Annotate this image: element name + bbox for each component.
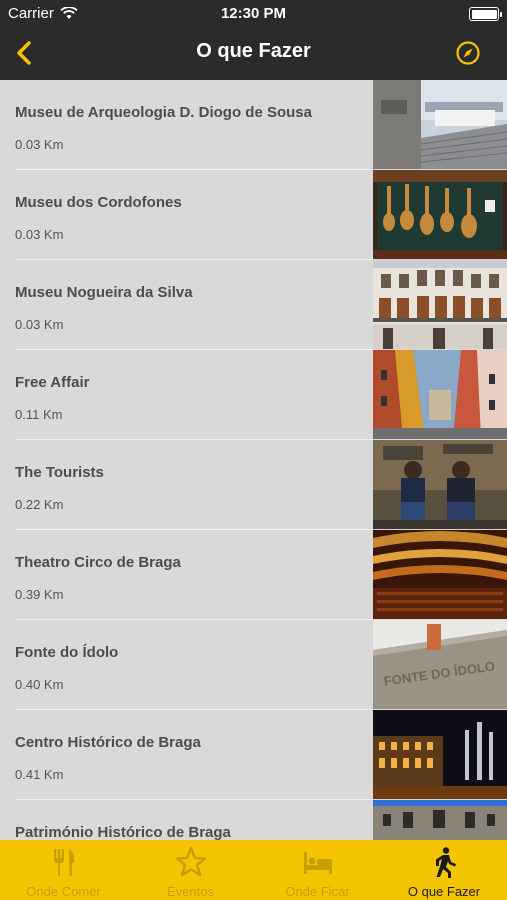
tab-onde-ficar[interactable]: Onde Ficar xyxy=(254,840,381,900)
navigation-bar: O que Fazer xyxy=(0,28,507,80)
item-distance: 0.41 Km xyxy=(15,767,64,782)
item-distance: 0.40 Km xyxy=(15,677,64,692)
item-distance: 0.39 Km xyxy=(15,587,64,602)
tab-label: Onde Comer xyxy=(26,884,101,899)
tab-bar: Onde Comer Eventos Onde Ficar O que Faze… xyxy=(0,840,507,900)
item-thumbnail xyxy=(373,350,507,439)
item-name: Património Histórico de Braga xyxy=(15,824,231,840)
list-item[interactable]: Centro Histórico de Braga 0.41 Km xyxy=(0,710,507,800)
item-thumbnail xyxy=(373,710,507,799)
item-thumbnail xyxy=(373,530,507,619)
list-item[interactable]: Fonte do Ídolo 0.40 Km FONTE DO ÍDOLO xyxy=(0,620,507,710)
item-thumbnail xyxy=(373,800,507,840)
item-name: Museu de Arqueologia D. Diogo de Sousa xyxy=(15,104,312,121)
list-item[interactable]: Museu de Arqueologia D. Diogo de Sousa 0… xyxy=(0,80,507,170)
item-thumbnail xyxy=(373,80,507,169)
item-distance: 0.03 Km xyxy=(15,317,64,332)
item-name: Fonte do Ídolo xyxy=(15,644,119,661)
item-thumbnail xyxy=(373,440,507,529)
attractions-list: Museu de Arqueologia D. Diogo de Sousa 0… xyxy=(0,80,507,840)
walking-person-icon xyxy=(436,847,456,878)
item-name: Free Affair xyxy=(15,374,90,391)
item-thumbnail xyxy=(373,260,507,349)
item-thumbnail xyxy=(373,170,507,259)
battery-icon xyxy=(469,7,502,21)
item-distance: 0.22 Km xyxy=(15,497,64,512)
item-distance: 0.11 Km xyxy=(15,407,63,422)
star-icon xyxy=(175,846,207,877)
compass-icon[interactable] xyxy=(455,40,481,66)
bed-icon xyxy=(304,852,332,874)
item-name: Centro Histórico de Braga xyxy=(15,734,201,751)
clock: 12:30 PM xyxy=(220,5,287,22)
item-distance: 0.03 Km xyxy=(15,227,64,242)
item-thumbnail: FONTE DO ÍDOLO xyxy=(373,620,507,709)
list-item[interactable]: Museu dos Cordofones 0.03 Km xyxy=(0,170,507,260)
list-item[interactable]: Theatro Circo de Braga 0.39 Km xyxy=(0,530,507,620)
list-item[interactable]: The Tourists 0.22 Km xyxy=(0,440,507,530)
item-name: Museu dos Cordofones xyxy=(15,194,182,211)
list-item[interactable]: Free Affair 0.11 Km xyxy=(0,350,507,440)
item-name: Museu Nogueira da Silva xyxy=(15,284,193,301)
status-bar: Carrier 12:30 PM xyxy=(0,0,507,28)
tab-label: Eventos xyxy=(167,884,214,899)
item-name: Theatro Circo de Braga xyxy=(15,554,181,571)
tab-label: O que Fazer xyxy=(407,884,481,899)
tab-o-que-fazer[interactable]: O que Fazer xyxy=(381,840,507,900)
list-item[interactable]: Museu Nogueira da Silva 0.03 Km xyxy=(0,260,507,350)
page-title: O que Fazer xyxy=(196,40,311,62)
item-distance: 0.03 Km xyxy=(15,137,64,152)
tab-label: Onde Ficar xyxy=(285,884,350,899)
fork-knife-icon xyxy=(54,849,75,876)
item-name: The Tourists xyxy=(15,464,104,481)
tab-eventos[interactable]: Eventos xyxy=(127,840,254,900)
tab-onde-comer[interactable]: Onde Comer xyxy=(0,840,127,900)
list-item[interactable]: Património Histórico de Braga xyxy=(0,800,507,840)
